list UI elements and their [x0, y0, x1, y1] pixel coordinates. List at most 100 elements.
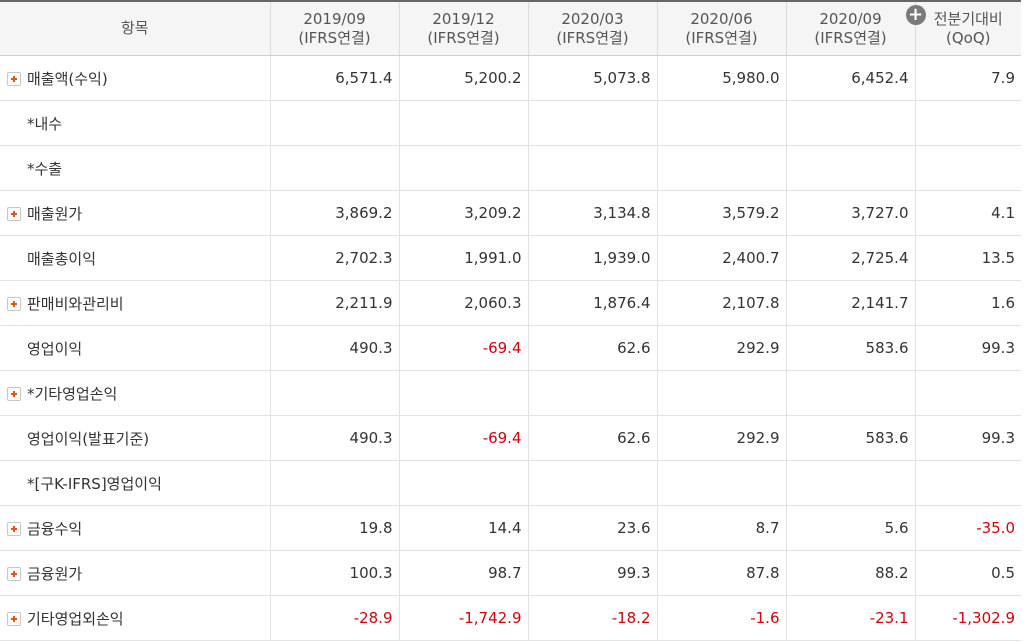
value-cell: -1,742.9: [399, 595, 529, 641]
value-cell: 5,073.8: [528, 55, 658, 101]
value-cell: [270, 145, 400, 191]
value-cell: -69.4: [399, 325, 529, 371]
column-header-basis: (IFRS연결): [427, 28, 500, 47]
column-header-item: 항목: [0, 1, 271, 56]
value-cell: 13.5: [915, 235, 1021, 281]
table-row: 영업이익 490.3 -69.4 62.6 292.9 583.6 99.3: [0, 325, 1021, 371]
value-cell: 3,727.0: [786, 190, 916, 236]
value-cell: 62.6: [528, 415, 658, 461]
row-label: 금융원가: [27, 564, 83, 583]
value-cell: 8.7: [657, 505, 787, 551]
value-cell: -1.6: [657, 595, 787, 641]
value-cell: 2,060.3: [399, 280, 529, 326]
value-cell: [786, 100, 916, 146]
table-row: 매출액(수익) 6,571.4 5,200.2 5,073.8 5,980.0 6,452…: [0, 55, 1021, 101]
value-cell: [528, 370, 658, 416]
column-header-qoq: 전분기대비 (QoQ): [915, 1, 1021, 56]
table-row: 매출원가 3,869.2 3,209.2 3,134.8 3,579.2 3,727.0 4…: [0, 190, 1021, 236]
column-header-2019-12: 2019/12 (IFRS연결): [399, 1, 529, 56]
value-cell: -23.1: [786, 595, 916, 641]
row-label-cell: *[구K-IFRS]영업이익: [0, 460, 271, 506]
value-cell: 99.3: [915, 325, 1021, 371]
table-row: 판매비와관리비 2,211.9 2,060.3 1,876.4 2,107.8 2,141…: [0, 280, 1021, 326]
value-cell: 292.9: [657, 325, 787, 371]
value-cell: 6,452.4: [786, 55, 916, 101]
value-cell: 19.8: [270, 505, 400, 551]
column-header-period: 전분기대비: [933, 9, 1003, 28]
row-label: 매출총이익: [27, 249, 97, 268]
expand-plus-icon[interactable]: [7, 206, 21, 221]
row-label-cell: 기타영업외손익: [0, 595, 271, 641]
value-cell: [786, 460, 916, 506]
value-cell: -1,302.9: [915, 595, 1021, 641]
row-label-cell: 영업이익: [0, 325, 271, 371]
value-cell: [270, 370, 400, 416]
table-header-row: 항목 2019/09 (IFRS연결) 2019/12 (IFRS연결) 2020/…: [0, 1, 1021, 56]
column-header-item-label: 항목: [120, 19, 149, 37]
value-cell: [270, 460, 400, 506]
column-header-2019-09: 2019/09 (IFRS연결): [270, 1, 400, 56]
column-header-basis: (IFRS연결): [814, 28, 887, 47]
column-header-basis: (IFRS연결): [685, 28, 758, 47]
row-label-cell: *기타영업손익: [0, 370, 271, 416]
plus-circle-icon[interactable]: +: [905, 5, 926, 25]
value-cell: [399, 100, 529, 146]
value-cell: [786, 370, 916, 416]
value-cell: 1,939.0: [528, 235, 658, 281]
value-cell: [528, 145, 658, 191]
value-cell: 490.3: [270, 415, 400, 461]
column-header-period: 2020/09: [819, 9, 882, 28]
column-header-2020-09: 2020/09 (IFRS연결) +: [786, 1, 926, 56]
table-row: 금융수익 19.8 14.4 23.6 8.7 5.6 -35.0: [0, 505, 1021, 551]
row-label-cell: 금융원가: [0, 550, 271, 596]
table-row: *수출: [0, 145, 1021, 191]
table-row: *기타영업손익: [0, 370, 1021, 416]
expand-plus-icon[interactable]: [7, 386, 21, 401]
column-header-period: 2019/12: [432, 9, 495, 28]
table-row: 매출총이익 2,702.3 1,991.0 1,939.0 2,400.7 2,725.4…: [0, 235, 1021, 281]
value-cell: [528, 100, 658, 146]
table-row: 영업이익(발표기준) 490.3 -69.4 62.6 292.9 583.6 99.3: [0, 415, 1021, 461]
value-cell: 87.8: [657, 550, 787, 596]
value-cell: 98.7: [399, 550, 529, 596]
value-cell: 292.9: [657, 415, 787, 461]
value-cell: [657, 460, 787, 506]
value-cell: 3,209.2: [399, 190, 529, 236]
row-label-cell: 판매비와관리비: [0, 280, 271, 326]
value-cell: 583.6: [786, 325, 916, 371]
row-label-cell: 금융수익: [0, 505, 271, 551]
value-cell: 2,107.8: [657, 280, 787, 326]
row-label: 영업이익(발표기준): [27, 429, 150, 448]
value-cell: 1.6: [915, 280, 1021, 326]
expand-plus-icon[interactable]: [7, 611, 21, 626]
row-label: 금융수익: [27, 519, 83, 538]
value-cell: 2,400.7: [657, 235, 787, 281]
column-header-basis: (IFRS연결): [556, 28, 629, 47]
value-cell: 4.1: [915, 190, 1021, 236]
value-cell: 0.5: [915, 550, 1021, 596]
table-row: *[구K-IFRS]영업이익: [0, 460, 1021, 506]
row-label: 판매비와관리비: [27, 294, 124, 313]
value-cell: [786, 145, 916, 191]
row-label-cell: *수출: [0, 145, 271, 191]
value-cell: 1,991.0: [399, 235, 529, 281]
value-cell: 99.3: [528, 550, 658, 596]
value-cell: [915, 460, 1021, 506]
expand-plus-icon[interactable]: [7, 296, 21, 311]
table-row: 금융원가 100.3 98.7 99.3 87.8 88.2 0.5: [0, 550, 1021, 596]
value-cell: 490.3: [270, 325, 400, 371]
row-label-cell: 영업이익(발표기준): [0, 415, 271, 461]
value-cell: -28.9: [270, 595, 400, 641]
value-cell: -18.2: [528, 595, 658, 641]
value-cell: [528, 460, 658, 506]
value-cell: 6,571.4: [270, 55, 400, 101]
row-label-cell: 매출총이익: [0, 235, 271, 281]
value-cell: 1,876.4: [528, 280, 658, 326]
value-cell: 14.4: [399, 505, 529, 551]
expand-plus-icon[interactable]: [7, 521, 21, 536]
expand-plus-icon[interactable]: [7, 566, 21, 581]
value-cell: [915, 145, 1021, 191]
value-cell: 5.6: [786, 505, 916, 551]
expand-plus-icon[interactable]: [7, 71, 21, 86]
value-cell: 5,980.0: [657, 55, 787, 101]
